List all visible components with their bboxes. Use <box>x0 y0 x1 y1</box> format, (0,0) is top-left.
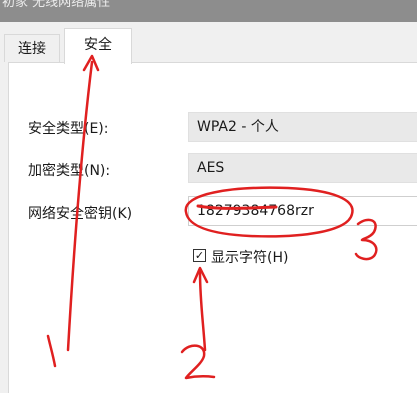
window-titlebar: 初家 无线网络属性 <box>0 0 417 22</box>
window-title: 初家 无线网络属性 <box>2 0 111 10</box>
security-type-select[interactable]: WPA2 - 个人 <box>188 112 417 142</box>
network-key-input[interactable]: 18279384768rzr <box>188 196 417 226</box>
encryption-type-select[interactable]: AES <box>188 153 417 183</box>
show-characters-checkbox[interactable]: ✓ <box>193 249 206 262</box>
tab-connection[interactable]: 连接 <box>4 34 60 62</box>
security-type-label: 安全类型(E): <box>28 121 109 137</box>
tab-strip <box>0 22 417 62</box>
network-key-label: 网络安全密钥(K) <box>28 206 133 222</box>
encryption-type-label: 加密类型(N): <box>28 163 111 179</box>
tab-security[interactable]: 安全 <box>64 28 132 64</box>
show-characters-label: 显示字符(H) <box>211 250 289 266</box>
